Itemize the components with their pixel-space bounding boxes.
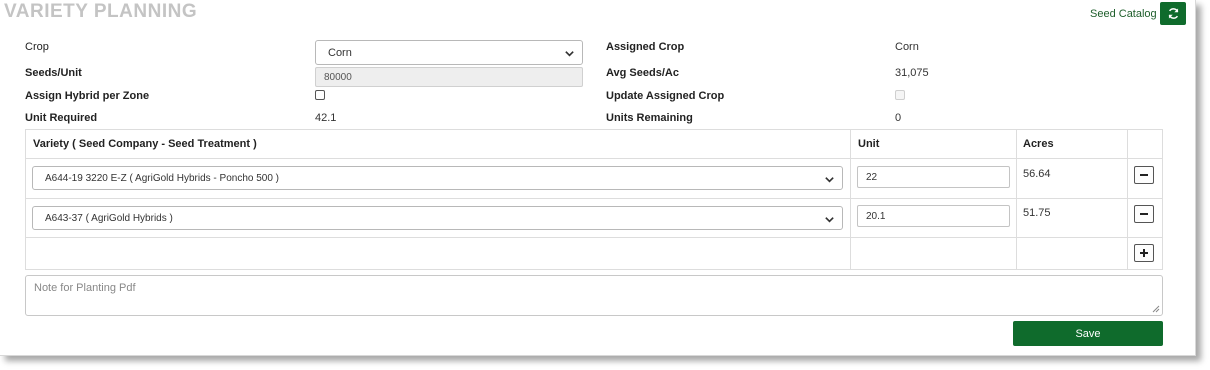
column-divider — [850, 130, 851, 269]
table-row: A644-19 3220 E-Z ( AgriGold Hybrids - Po… — [26, 159, 1162, 199]
table-add-row — [26, 238, 1162, 269]
unit-required-value: 42.1 — [315, 112, 337, 124]
update-assigned-label: Update Assigned Crop — [606, 90, 725, 102]
units-remaining-label: Units Remaining — [606, 112, 693, 124]
refresh-icon — [1168, 8, 1178, 19]
units-remaining-value: 0 — [895, 112, 902, 124]
table-row: A643-37 ( AgriGold Hybrids ) 20.1 51.75 — [26, 199, 1162, 238]
variety-select[interactable]: A644-19 3220 E-Z ( AgriGold Hybrids - Po… — [32, 166, 843, 190]
update-assigned-checkbox — [895, 90, 905, 100]
unit-required-label: Unit Required — [25, 112, 98, 124]
seeds-per-unit-label: Seeds/Unit — [25, 67, 82, 79]
add-row-button[interactable] — [1134, 244, 1154, 262]
assign-hybrid-checkbox[interactable] — [315, 90, 325, 100]
chevron-down-icon — [825, 177, 834, 183]
planting-note-textarea[interactable]: Note for Planting Pdf — [25, 275, 1163, 316]
table-header-row: Variety ( Seed Company - Seed Treatment … — [26, 130, 1162, 159]
avg-seeds-label: Avg Seeds/Ac — [606, 67, 679, 79]
avg-seeds-value: 31,075 — [895, 67, 929, 79]
variety-table: Variety ( Seed Company - Seed Treatment … — [25, 129, 1163, 270]
save-button[interactable]: Save — [1013, 321, 1163, 346]
chevron-down-icon — [825, 217, 834, 223]
acres-value: 56.64 — [1023, 168, 1051, 180]
seed-catalog-link[interactable]: Seed Catalog — [1090, 8, 1157, 20]
crop-select[interactable]: Corn — [315, 40, 583, 65]
minus-icon — [1140, 213, 1148, 215]
variety-planning-panel: VARIETY PLANNING Seed Catalog Crop Corn … — [0, 0, 1196, 356]
seeds-per-unit-field: 80000 — [315, 67, 583, 87]
unit-input[interactable]: 20.1 — [857, 205, 1010, 227]
column-divider — [1016, 130, 1017, 269]
remove-row-button[interactable] — [1134, 166, 1154, 184]
plus-icon — [1140, 249, 1148, 257]
crop-select-value: Corn — [328, 46, 352, 59]
acres-column-header: Acres — [1023, 138, 1054, 150]
planting-note-placeholder: Note for Planting Pdf — [34, 282, 136, 294]
assigned-crop-label: Assigned Crop — [606, 41, 685, 53]
assign-hybrid-label: Assign Hybrid per Zone — [25, 90, 150, 102]
minus-icon — [1140, 174, 1148, 176]
variety-select[interactable]: A643-37 ( AgriGold Hybrids ) — [32, 206, 843, 230]
unit-input[interactable]: 22 — [857, 166, 1010, 188]
crop-label: Crop — [25, 41, 49, 53]
acres-value: 51.75 — [1023, 207, 1051, 219]
assigned-crop-value: Corn — [895, 41, 919, 53]
column-divider — [1127, 130, 1128, 269]
variety-select-value: A643-37 ( AgriGold Hybrids ) — [45, 212, 173, 224]
page-title: VARIETY PLANNING — [4, 1, 198, 22]
refresh-button[interactable] — [1160, 2, 1186, 25]
unit-column-header: Unit — [858, 138, 880, 150]
resize-grip-icon[interactable] — [1152, 305, 1160, 313]
chevron-down-icon — [565, 51, 574, 57]
variety-select-value: A644-19 3220 E-Z ( AgriGold Hybrids - Po… — [45, 172, 280, 184]
variety-column-header: Variety ( Seed Company - Seed Treatment … — [33, 138, 257, 150]
remove-row-button[interactable] — [1134, 205, 1154, 223]
